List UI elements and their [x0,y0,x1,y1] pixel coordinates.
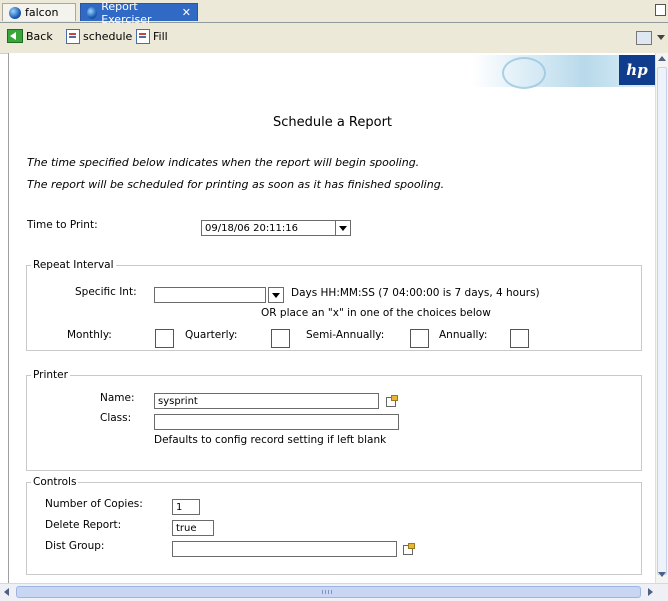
vertical-scroll-thumb[interactable] [657,67,667,575]
time-to-print-field[interactable]: 09/18/06 20:11:16 [201,220,337,236]
or-instruction: OR place an "x" in one of the choices be… [261,307,491,319]
monthly-field[interactable] [155,329,174,348]
view-menu-icon[interactable] [636,31,652,45]
scroll-up-icon[interactable] [658,56,666,61]
restore-icon[interactable] [655,4,666,16]
tab-report-exerciser[interactable]: Report Exerciser ✕ [80,0,198,26]
toolbar: Back schedule Fill [0,23,668,54]
schedule-button[interactable]: schedule [66,29,132,44]
printer-class-label: Class: [100,412,132,424]
class-default-note: Defaults to config record setting if lef… [154,434,387,446]
repeat-interval-legend: Repeat Interval [33,259,114,271]
specific-int-dropdown-button[interactable] [268,287,284,303]
interval-format-hint: Days HH:MM:SS (7 04:00:00 is 7 days, 4 h… [291,287,540,299]
back-button-label: Back [26,29,53,43]
copies-label: Number of Copies: [45,498,143,510]
fill-button[interactable]: Fill [136,29,168,44]
fill-button-label: Fill [153,30,168,43]
specific-int-field[interactable] [154,287,266,303]
printer-name-label: Name: [100,392,135,404]
printer-lookup-icon[interactable] [384,394,398,408]
schedule-button-label: schedule [83,30,133,43]
time-dropdown-button[interactable] [335,220,351,236]
dist-group-label: Dist Group: [45,540,105,552]
scroll-right-icon[interactable] [648,588,653,596]
printer-legend: Printer [33,369,68,381]
back-arrow-icon [7,29,23,43]
horizontal-scroll-thumb[interactable] [16,586,641,598]
time-to-print-label: Time to Print: [27,219,98,231]
printer-name-field[interactable]: sysprint [154,393,379,409]
report-form-page: hp Schedule a Report The time specified … [8,53,668,583]
tab-report-exerciser-label: Report Exerciser [101,0,152,26]
tab-falcon-label: falcon [25,6,59,19]
scroll-down-icon[interactable] [658,572,666,577]
copies-field[interactable]: 1 [172,499,200,515]
annually-label: Annually: [439,329,488,341]
semi-annually-field[interactable] [410,329,429,348]
dist-group-lookup-icon[interactable] [401,542,415,556]
page-title: Schedule a Report [272,115,393,130]
editor-tab-strip: falcon Report Exerciser ✕ [0,0,668,26]
specific-int-label: Specific Int: [75,286,137,298]
chevron-down-icon[interactable] [657,35,665,40]
delete-report-label: Delete Report: [45,519,122,531]
banner-swirl-graphic [502,57,546,89]
controls-legend: Controls [33,476,77,488]
back-button[interactable]: Back [7,29,53,43]
spooling-note: The time specified below indicates when … [27,156,420,169]
globe-icon [9,6,21,19]
fill-icon [136,29,150,44]
printer-class-field[interactable] [154,414,399,430]
semi-annually-label: Semi-Annually: [306,329,385,341]
schedule-icon [66,29,80,44]
printing-note: The report will be scheduled for printin… [27,178,445,191]
hp-logo: hp [619,55,655,85]
horizontal-scrollbar[interactable] [0,583,668,601]
tab-falcon[interactable]: falcon [2,3,76,21]
scroll-left-icon[interactable] [4,588,9,596]
delete-report-field[interactable]: true [172,520,214,536]
close-icon[interactable]: ✕ [182,6,191,19]
annually-field[interactable] [510,329,529,348]
monthly-label: Monthly: [67,329,112,341]
quarterly-field[interactable] [271,329,290,348]
vertical-scrollbar[interactable] [655,53,668,583]
globe-icon [87,6,98,19]
dist-group-field[interactable] [172,541,397,557]
quarterly-label: Quarterly: [185,329,238,341]
